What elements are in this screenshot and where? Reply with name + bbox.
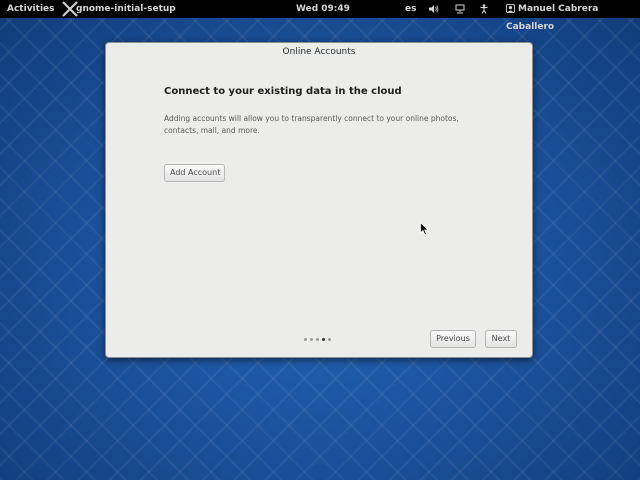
keyboard-layout-indicator[interactable]: es <box>405 0 416 18</box>
page-description: Adding accounts will allow you to transp… <box>164 114 459 135</box>
page-dot <box>310 338 313 341</box>
next-button[interactable]: Next <box>485 330 517 348</box>
page-dot <box>316 338 319 341</box>
accessibility-icon[interactable] <box>479 0 489 18</box>
mouse-pointer-icon <box>420 221 429 240</box>
user-name: Manuel Cabrera Caballero <box>506 4 599 32</box>
online-accounts-dialog: Online Accounts Connect to your existing… <box>105 42 533 358</box>
page-dot-active <box>322 338 325 341</box>
user-menu[interactable]: Manuel Cabrera Caballero <box>506 0 640 32</box>
network-icon[interactable] <box>455 0 465 18</box>
top-bar: Activities gnome-initial-setup Wed 09:49… <box>0 0 640 32</box>
page-indicator <box>304 338 334 342</box>
add-account-button[interactable]: Add Account <box>164 164 225 182</box>
page-heading: Connect to your existing data in the clo… <box>164 86 402 97</box>
activities-button[interactable]: Activities <box>7 0 55 18</box>
page-dot <box>328 338 331 341</box>
app-x-icon <box>62 0 78 18</box>
dialog-title: Online Accounts <box>282 47 356 57</box>
volume-icon[interactable] <box>429 0 439 18</box>
app-menu[interactable]: gnome-initial-setup <box>76 0 176 18</box>
user-icon <box>506 3 515 13</box>
clock[interactable]: Wed 09:49 <box>296 0 350 18</box>
page-dot <box>304 338 307 341</box>
previous-button[interactable]: Previous <box>430 330 476 348</box>
